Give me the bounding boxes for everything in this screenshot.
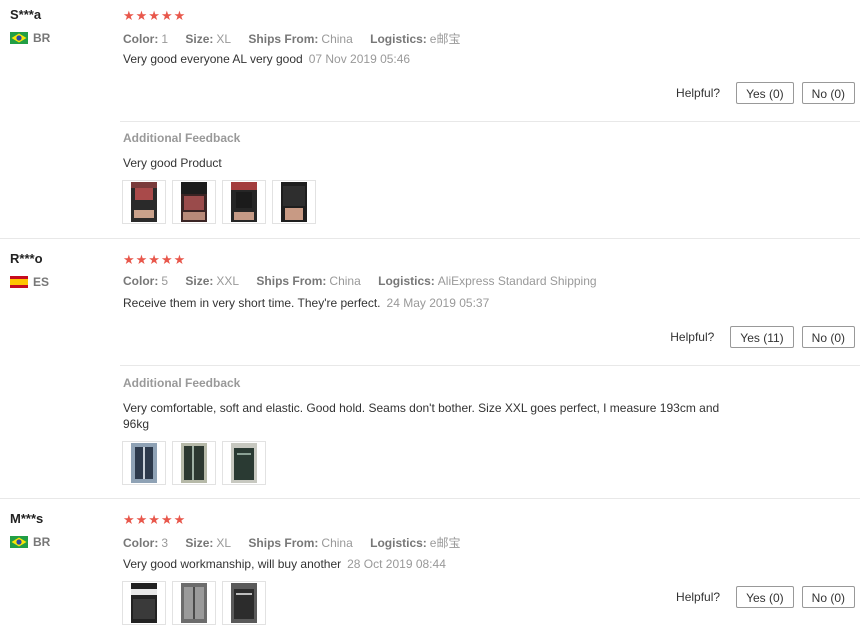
photo-image [131, 583, 157, 623]
order-info: Color: 1 Size: XL Ships From: China Logisti… [123, 30, 474, 47]
color-label: Color: [123, 536, 159, 550]
divider [120, 121, 860, 122]
review-text-line: Very good everyone AL very good 07 Nov 20… [123, 52, 410, 66]
review-photo-thumbnail[interactable] [172, 581, 216, 625]
ships-from-label: Ships From: [256, 274, 327, 288]
review-photo-thumbnail[interactable] [272, 180, 316, 224]
helpful-no-button[interactable]: No (0) [801, 82, 855, 104]
reviewer-name: M***s [10, 511, 44, 526]
size-value: XL [216, 32, 232, 46]
photo-image [281, 182, 307, 222]
color-label: Color: [123, 32, 159, 46]
size-value: XL [216, 536, 232, 550]
color-label: Color: [123, 274, 159, 288]
brazil-flag-icon [10, 32, 28, 44]
reviewer-country: BR [10, 535, 50, 549]
helpful-label: Helpful? [676, 590, 721, 604]
review-photo-thumbnail[interactable] [222, 180, 266, 224]
additional-feedback-title: Additional Feedback [123, 131, 241, 145]
star-rating: ★★★★★ [123, 8, 187, 23]
country-code: BR [33, 535, 51, 549]
helpful-no-button[interactable]: No (0) [801, 326, 855, 348]
review-text: Very good workmanship, will buy another [123, 557, 342, 571]
divider [0, 498, 860, 499]
size-label: Size: [185, 536, 214, 550]
review-photo-thumbnail[interactable] [222, 441, 266, 485]
color-value: 3 [161, 536, 169, 550]
additional-feedback-text: Very comfortable, soft and elastic. Good… [123, 401, 720, 431]
review-date: 24 May 2019 05:37 [386, 296, 490, 310]
star-rating: ★★★★★ [123, 512, 187, 527]
reviewer-country: ES [10, 275, 49, 289]
logistics-label: Logistics: [370, 536, 427, 550]
logistics-value: e邮宝 [429, 536, 461, 550]
ships-from-value: China [329, 274, 361, 288]
brazil-flag-icon [10, 536, 28, 548]
logistics-label: Logistics: [370, 32, 427, 46]
helpful-yes-button[interactable]: Yes (0) [736, 82, 794, 104]
size-label: Size: [185, 274, 214, 288]
ships-from-value: China [321, 32, 353, 46]
logistics-label: Logistics: [378, 274, 435, 288]
review-text: Very good everyone AL very good [123, 52, 303, 66]
review-photo-thumbnail[interactable] [122, 441, 166, 485]
additional-feedback-text: Very good Product [123, 156, 222, 170]
star-rating: ★★★★★ [123, 252, 187, 267]
helpful-row: Helpful? Yes (0) No (0) [676, 82, 855, 104]
review-text-line: Receive them in very short time. They're… [123, 296, 489, 310]
review-date: 07 Nov 2019 05:46 [308, 52, 411, 66]
divider [120, 365, 860, 366]
ships-from-label: Ships From: [248, 32, 319, 46]
review-photo-thumbnail[interactable] [172, 441, 216, 485]
helpful-row: Helpful? Yes (11) No (0) [670, 326, 855, 348]
additional-feedback-title: Additional Feedback [123, 376, 241, 390]
photo-image [181, 583, 207, 623]
logistics-value: e邮宝 [429, 32, 461, 46]
helpful-row: Helpful? Yes (0) No (0) [676, 586, 855, 608]
reviewer-country: BR [10, 31, 50, 45]
size-label: Size: [185, 32, 214, 46]
review-photo-thumbnail[interactable] [172, 180, 216, 224]
review-date: 28 Oct 2019 08:44 [347, 557, 446, 571]
country-code: ES [33, 275, 50, 289]
helpful-yes-button[interactable]: Yes (11) [730, 326, 794, 348]
country-code: BR [33, 31, 51, 45]
helpful-yes-button[interactable]: Yes (0) [736, 586, 794, 608]
photo-image [231, 182, 257, 222]
color-value: 5 [161, 274, 169, 288]
order-info: Color: 3 Size: XL Ships From: China Logisti… [123, 534, 474, 551]
review-photo-thumbnail[interactable] [122, 581, 166, 625]
photo-image [181, 182, 207, 222]
review-photo-thumbnail[interactable] [122, 180, 166, 224]
spain-flag-icon [10, 276, 28, 288]
review-photos [122, 441, 272, 485]
review-photo-thumbnail[interactable] [222, 581, 266, 625]
review-text: Receive them in very short time. They're… [123, 296, 381, 310]
photo-image [131, 443, 157, 483]
helpful-label: Helpful? [676, 86, 721, 100]
photo-image [231, 443, 257, 483]
color-value: 1 [161, 32, 169, 46]
divider [0, 238, 860, 239]
photo-image [181, 443, 207, 483]
review-text-line: Very good workmanship, will buy another 2… [123, 557, 446, 571]
photo-image [231, 583, 257, 623]
reviewer-name: S***a [10, 7, 42, 22]
review-photos [122, 581, 272, 625]
ships-from-value: China [321, 536, 353, 550]
reviewer-name: R***o [10, 251, 43, 266]
size-value: XXL [216, 274, 240, 288]
ships-from-label: Ships From: [248, 536, 319, 550]
helpful-label: Helpful? [670, 330, 715, 344]
helpful-no-button[interactable]: No (0) [801, 586, 855, 608]
logistics-value: AliExpress Standard Shipping [437, 274, 597, 288]
order-info: Color: 5 Size: XXL Ships From: China Logist… [123, 274, 611, 288]
photo-image [131, 182, 157, 222]
review-photos [122, 180, 322, 224]
